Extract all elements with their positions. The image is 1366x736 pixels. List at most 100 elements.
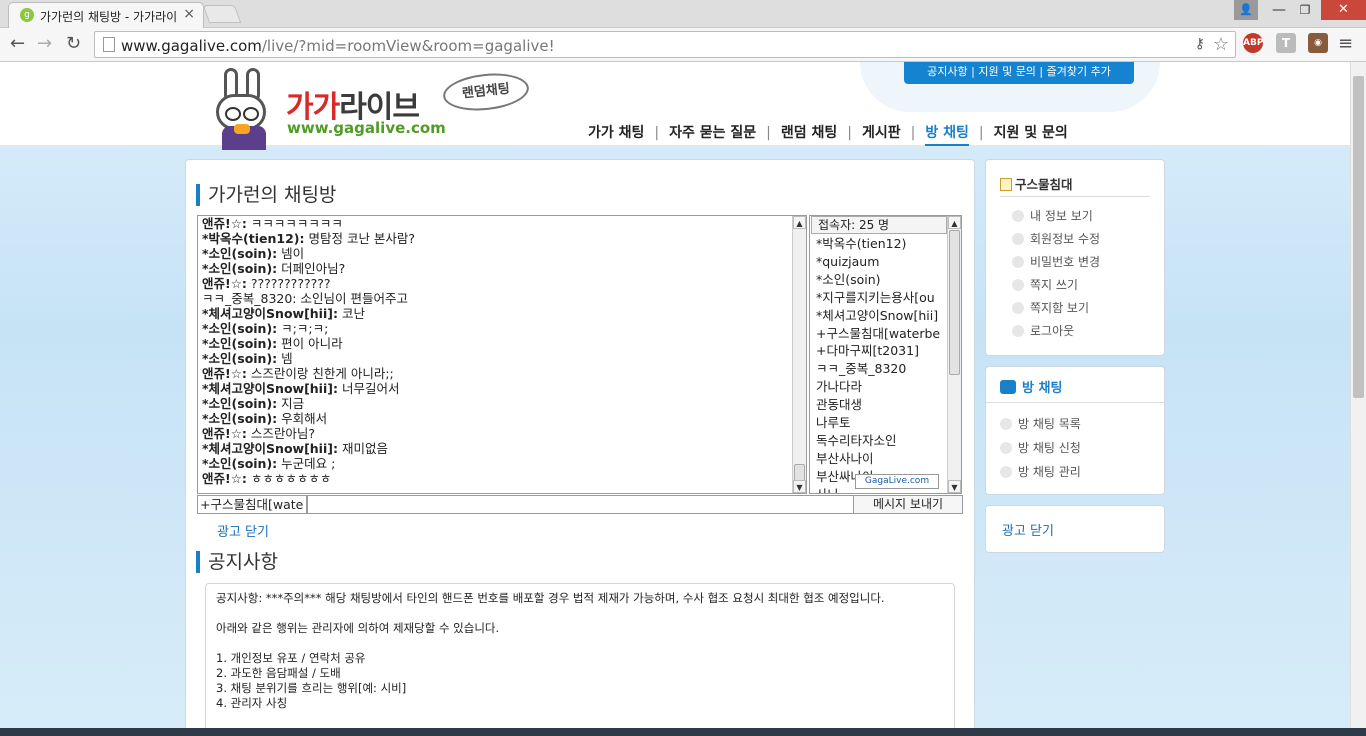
chat-message: ㅎㅎㅎㅎㅎㅎㅎ: [246, 471, 332, 486]
bullet-icon: [1012, 279, 1024, 291]
forward-arrow-icon[interactable]: →: [37, 33, 52, 54]
profile-box: 구스물침대 내 정보 보기회원정보 수정 비밀번호 변경쪽지 쓰기쪽지함 보기 로그…: [985, 159, 1165, 356]
scroll-down-icon[interactable]: ▼: [948, 480, 961, 493]
nav-separator: |: [654, 125, 660, 141]
sidebar-link[interactable]: 쪽지함 보기: [1012, 297, 1100, 320]
chat-lines: 앤쥬!☆: ㅋㅋㅋㅋㅋㅋㅋㅋ *박옥수(tien12): 명탐정 코난 본사람? *…: [202, 216, 792, 486]
bullet-icon: [1000, 418, 1012, 430]
nav-separator: |: [847, 125, 852, 141]
notice-line: 3. 채팅 분위기를 흐리는 행위[예: 시비]: [216, 681, 407, 695]
page-scrollbar[interactable]: [1350, 62, 1366, 728]
scroll-thumb[interactable]: [949, 230, 960, 375]
browser-tab-active[interactable]: g 가가런의 채팅방 - 가가라이 ×: [8, 2, 204, 28]
page-icon: [103, 37, 115, 52]
notice-title: 공지사항: [196, 551, 278, 573]
user-list-item[interactable]: 부산사나이: [816, 450, 946, 468]
user-list-item[interactable]: *박옥수(tien12): [816, 235, 946, 253]
user-list-item[interactable]: +다마구찌[t2031]: [816, 342, 946, 360]
user-list-item[interactable]: *소인(soin): [816, 271, 946, 289]
window-close-button[interactable]: ✕: [1321, 0, 1366, 20]
close-ad-link[interactable]: 광고 닫기: [1002, 520, 1054, 539]
user-items: *박옥수(tien12) *quizjaum *소인(soin) *지구를지키는용사[…: [816, 235, 946, 493]
sidebar-link[interactable]: 로그아웃: [1012, 320, 1100, 343]
bunny-mascot-logo[interactable]: [212, 68, 276, 150]
chat-nick: *체셔고양이Snow[hii]:: [202, 381, 338, 396]
gagalive-list-logo[interactable]: GagaLive.com: [855, 474, 939, 489]
new-tab-button[interactable]: [202, 5, 242, 23]
nav-item[interactable]: 방 채팅: [925, 122, 969, 146]
nav-item[interactable]: 가가 채팅: [588, 122, 644, 142]
profile-header: 구스물침대: [1000, 174, 1073, 193]
user-list-item[interactable]: 관동대생: [816, 396, 946, 414]
chat-message: ????????????: [246, 276, 331, 291]
scroll-down-icon[interactable]: ▼: [793, 480, 806, 493]
user-list-item[interactable]: *체셔고양이Snow[hii]: [816, 307, 946, 325]
window-maximize-button[interactable]: ❐: [1292, 0, 1318, 20]
t-extension-icon[interactable]: T: [1276, 33, 1296, 53]
chat-scrollbar[interactable]: ▲ ▼: [792, 216, 806, 493]
nav-item[interactable]: 게시판: [862, 122, 901, 142]
notice-line: 4. 관리자 사칭: [216, 696, 288, 710]
reload-icon[interactable]: ↻: [66, 33, 81, 54]
sidebar-link[interactable]: 회원정보 수정: [1012, 228, 1100, 251]
bullet-icon: [1012, 302, 1024, 314]
user-list-item[interactable]: 나루토: [816, 414, 946, 432]
tab-close-icon[interactable]: ×: [183, 6, 195, 22]
sidebar-link[interactable]: 방 채팅 목록: [1000, 412, 1081, 436]
bullet-icon: [1012, 325, 1024, 337]
nickname-field[interactable]: +구스물침대[wate: [197, 495, 307, 514]
address-url[interactable]: www.gagalive.com/live/?mid=roomView&room…: [121, 37, 555, 55]
message-input[interactable]: [307, 495, 855, 514]
sidebar-link-label: 내 정보 보기: [1030, 209, 1093, 223]
user-list-item[interactable]: *quizjaum: [816, 253, 946, 271]
key-icon[interactable]: ⚷: [1195, 36, 1205, 52]
room-chat-header: 방 채팅: [1000, 377, 1062, 396]
nav-separator: |: [766, 125, 771, 141]
nav-item[interactable]: 랜덤 채팅: [781, 122, 837, 142]
adblock-extension-icon[interactable]: ABP: [1243, 33, 1263, 53]
sidebar-link[interactable]: 비밀번호 변경: [1012, 251, 1100, 274]
sidebar-link[interactable]: 방 채팅 신청: [1000, 436, 1081, 460]
chat-nick: 앤쥬!☆:: [202, 471, 247, 486]
browser-menu-icon[interactable]: ≡: [1338, 33, 1353, 54]
chat-nick: *소인(soin):: [202, 411, 278, 426]
sidebar-link-label: 방 채팅 관리: [1018, 465, 1081, 479]
sidebar-link[interactable]: 방 채팅 관리: [1000, 460, 1081, 484]
tab-title: 가가런의 채팅방 - 가가라이: [40, 10, 178, 24]
nav-item[interactable]: 자주 묻는 질문: [669, 122, 756, 142]
camera-extension-icon[interactable]: ◉: [1308, 33, 1328, 53]
chat-input-row: +구스물침대[wate 메시지 보내기: [197, 495, 963, 514]
nav-item[interactable]: 지원 및 문의: [994, 122, 1068, 142]
bookmark-star-icon[interactable]: ☆: [1213, 34, 1229, 55]
user-list-item[interactable]: 독수리타자소인: [816, 432, 946, 450]
sidebar-link-label: 쪽지 쓰기: [1030, 278, 1078, 292]
chat-line: *소인(soin): 더페인아님?: [202, 261, 792, 276]
user-list-item[interactable]: 가나다라: [816, 378, 946, 396]
chat-nick: *체셔고양이Snow[hii]:: [202, 441, 338, 456]
user-list-item[interactable]: ㅋㅋ_중복_8320: [816, 360, 946, 378]
chat-message: 재미없음: [337, 441, 388, 456]
user-list[interactable]: 접속자: 25 명 *박옥수(tien12) *quizjaum *소인(soin)…: [809, 215, 962, 494]
top-utility-links[interactable]: 공지사항 | 지원 및 문의 | 즐겨찾기 추가: [904, 62, 1134, 84]
user-list-item[interactable]: +구스물침대[waterbe: [816, 325, 946, 343]
profile-avatar-icon[interactable]: 👤: [1234, 0, 1258, 20]
chat-message: 코난: [337, 306, 365, 321]
user-list-item[interactable]: *지구를지키는용사[ou: [816, 289, 946, 307]
bullet-icon: [1000, 442, 1012, 454]
scroll-up-icon[interactable]: ▲: [948, 216, 961, 229]
chat-message: 스즈란이랑 친한게 아니라;;: [246, 366, 394, 381]
window-minimize-button[interactable]: —: [1266, 0, 1292, 20]
close-ad-link[interactable]: 광고 닫기: [217, 521, 269, 540]
send-message-button[interactable]: 메시지 보내기: [853, 495, 963, 514]
sidebar-link[interactable]: 쪽지 쓰기: [1012, 274, 1100, 297]
user-card-icon: [1000, 178, 1012, 191]
sidebar-link[interactable]: 내 정보 보기: [1012, 205, 1100, 228]
user-list-scrollbar[interactable]: ▲ ▼: [947, 216, 961, 493]
page-scroll-thumb[interactable]: [1353, 76, 1364, 398]
chat-log[interactable]: 앤쥬!☆: ㅋㅋㅋㅋㅋㅋㅋㅋ *박옥수(tien12): 명탐정 코난 본사람? *…: [197, 215, 807, 494]
address-bar[interactable]: www.gagalive.com/live/?mid=roomView&room…: [94, 31, 1236, 58]
site-logo-url[interactable]: www.gagalive.com: [287, 119, 446, 137]
back-arrow-icon[interactable]: ←: [10, 33, 25, 54]
chat-message: 지금: [277, 396, 305, 411]
scroll-up-icon[interactable]: ▲: [793, 216, 806, 229]
